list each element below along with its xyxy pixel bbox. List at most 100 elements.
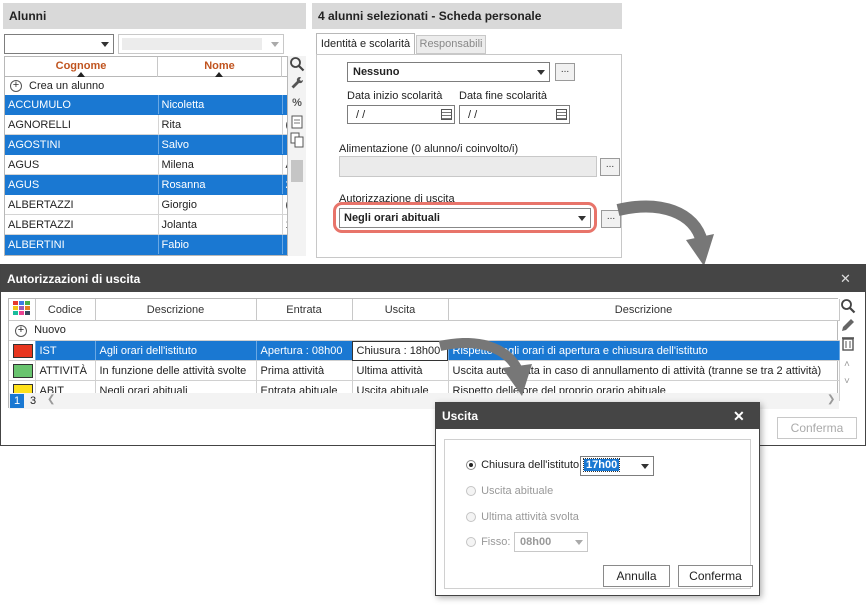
color-swatch [13,343,33,358]
column-header-cognome[interactable]: Cognome [5,57,158,77]
curved-arrow-icon [438,338,532,396]
auth-confirm-button[interactable]: Conferma [777,417,857,439]
wrench-icon[interactable] [288,75,306,93]
chevron-up-icon[interactable]: ˄ [844,359,850,370]
chevron-down-icon [101,42,109,47]
document-icon[interactable] [288,114,306,132]
column-header-codice[interactable]: Codice [35,299,96,321]
cancel-button[interactable]: Annulla [603,565,670,587]
column-header-nome[interactable]: Nome [158,57,282,77]
option-ultima-attivita[interactable]: Ultima attività svolta [466,511,579,523]
pencil-icon[interactable] [839,317,857,335]
detail-panel-title: 4 alunni selezionati - Scheda personale [312,3,622,29]
nessuno-select[interactable]: Nessuno [347,62,550,82]
detail-panel: 4 alunni selezionati - Scheda personale … [312,0,624,258]
student-cognome-cell: ALBERTAZZI [5,194,159,215]
table-row[interactable]: AGOSTINI Salvo [5,134,287,155]
uscita-titlebar: Uscita ✕ [436,403,759,429]
radio-ultima-attivita[interactable] [466,512,476,523]
radio-fisso[interactable] [466,537,476,548]
calendar-icon[interactable] [556,109,567,120]
confirm-label: Conferma [689,569,742,583]
auth-uscita-cell[interactable]: Ultima attività [352,360,449,381]
column-header-cognome-label: Cognome [55,60,107,72]
color-cell[interactable] [9,360,36,381]
grid-colors-icon[interactable] [9,299,36,321]
students-filter-dropdown[interactable] [4,34,114,54]
search-icon[interactable] [288,56,306,74]
radio-chiusura[interactable] [466,460,476,471]
trash-icon[interactable] [839,335,857,353]
auth-confirm-label: Conferma [790,421,844,435]
student-nome-cell: Rita [158,114,283,135]
uscita-title: Uscita [442,409,479,423]
tab-identita[interactable]: Identità e scolarità [316,33,415,55]
scroll-right-icon[interactable]: ❯ [827,394,835,405]
scroll-left-icon[interactable]: ❮ [47,394,55,405]
option-chiusura[interactable]: Chiusura dell'istituto [466,459,579,471]
create-student-row[interactable]: + Crea un alunno [5,77,287,95]
auth-uscita-cell[interactable]: Chiusura : 18h00 [352,340,449,361]
fisso-time-select[interactable]: 08h00 [514,532,588,552]
student-nome-cell: Rosanna [158,174,283,195]
student-nome-cell: Giorgio [158,194,283,215]
chevron-down-icon [578,216,586,221]
student-cognome-cell: ALBERTAZZI [5,214,159,235]
page-3-button[interactable]: 3 [26,394,40,408]
autorizzazione-select[interactable]: Negli orari abituali [339,208,591,228]
date-end-label: Data fine scolarità [459,90,548,102]
date-start-input[interactable]: / / [347,105,455,124]
auth-descrizione-cell: Agli orari dell'istituto [95,340,257,361]
table-row[interactable]: AGUSRosanna2 [5,174,287,195]
option-uscita-abituale[interactable]: Uscita abituale [466,485,553,497]
percent-icon[interactable]: % [288,94,306,112]
column-header-descrizione-2[interactable]: Descrizione [448,299,840,321]
table-row[interactable]: ALBERTAZZIJolanta1 [5,214,287,235]
autorizzazione-select-value: Negli orari abituali [344,212,440,224]
chiusura-time-select[interactable]: 17h00 [580,456,654,476]
search-icon[interactable] [839,298,857,316]
new-authorization-row[interactable]: + Nuovo [9,320,839,341]
students-grid: Cognome Nome + Crea un alunno ACCUMULO Ni… [4,56,288,256]
table-row[interactable]: AGUSMilenaA [5,154,287,175]
table-row[interactable]: ALBERTAZZIGiorgio( [5,194,287,215]
date-end-input[interactable]: / / [459,105,570,124]
auth-entrata-cell: Apertura : 08h00 [256,340,353,361]
chevron-down-icon[interactable]: ˅ [844,376,850,387]
page-1-button[interactable]: 1 [10,394,24,408]
tab-responsabili[interactable]: Responsabili [416,35,486,54]
alimentazione-more-button[interactable]: ... [600,158,620,176]
close-icon[interactable]: ✕ [733,408,745,425]
chevron-down-icon [575,540,583,545]
column-header-uscita[interactable]: Uscita [352,299,449,321]
grid-header: Cognome Nome [5,57,287,77]
table-row[interactable]: AGNORELLIRita( [5,114,287,135]
student-nome-cell: Fabio [158,234,283,255]
date-end-value: / / [468,109,478,121]
copy-icon[interactable] [288,132,306,150]
auth-grid: Codice Descrizione Entrata Uscita Descri… [8,298,840,409]
column-header-entrata[interactable]: Entrata [256,299,353,321]
confirm-button[interactable]: Conferma [678,565,753,587]
calendar-icon[interactable] [441,109,452,120]
nessuno-more-button[interactable]: ... [555,63,575,81]
tab-identita-label: Identità e scolarità [320,38,411,50]
color-cell[interactable] [9,340,36,361]
date-start-label: Data inizio scolarità [347,90,443,102]
auth-window-title: Autorizzazioni di uscita [7,272,141,286]
toolbar-scrollbar-thumb[interactable] [291,160,303,182]
students-panel: Alunni Cognome Nome + Crea un alunno ACC… [0,0,308,258]
student-cognome-cell: AGOSTINI [5,134,159,155]
close-icon[interactable]: ✕ [840,271,851,287]
radio-uscita-abituale[interactable] [466,486,476,497]
table-row[interactable]: IST Agli orari dell'istituto Apertura : 08… [9,340,840,361]
table-row[interactable]: ALBERTINI Fabio [5,234,287,255]
students-filter-dropdown-2[interactable] [118,34,284,54]
column-header-descrizione[interactable]: Descrizione [95,299,257,321]
student-cognome-cell: AGNORELLI [5,114,159,135]
table-row[interactable]: ATTIVITÀ In funzione delle attività svolt… [9,360,840,381]
auth-window-titlebar: Autorizzazioni di uscita ✕ [1,265,865,292]
table-row[interactable]: ACCUMULO Nicoletta [5,95,287,115]
auth-table: Codice Descrizione Entrata Uscita Descri… [9,299,840,401]
option-fisso[interactable]: Fisso: [466,536,510,548]
